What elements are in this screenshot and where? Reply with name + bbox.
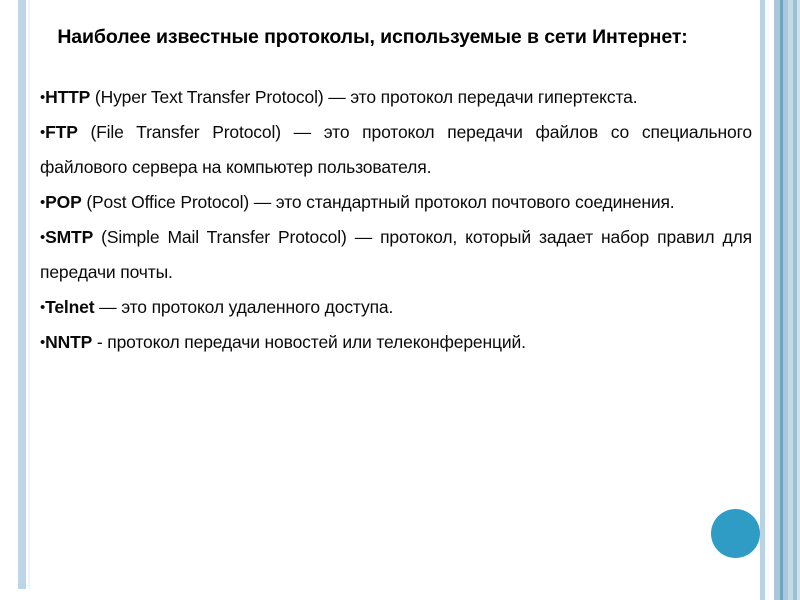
protocol-item: •NNTP - протокол передачи новостей или т… [40, 325, 752, 360]
slide-content: Наиболее известные протоколы, используем… [40, 0, 752, 600]
left-decorative-stripe-thin [28, 0, 30, 589]
slide-title: Наиболее известные протоколы, используем… [57, 26, 688, 48]
left-decorative-stripe [18, 0, 26, 589]
protocol-name: FTP [45, 122, 78, 142]
protocol-expansion: (Post Office Protocol) [81, 192, 250, 212]
protocol-name: Telnet [45, 297, 95, 317]
protocol-item: •Telnet — это протокол удаленного доступ… [40, 290, 752, 325]
protocol-expansion: (File Transfer Protocol) [77, 122, 281, 142]
protocol-list: •HTTP (Hyper Text Transfer Protocol) — э… [40, 80, 752, 360]
protocol-description: — это стандартный протокол почтового сое… [249, 192, 675, 212]
protocol-expansion: (Simple Mail Transfer Protocol) [93, 227, 347, 247]
protocol-description: - протокол передачи новостей или телекон… [92, 332, 526, 352]
protocol-description: — это протокол передачи гипертекста. [323, 87, 638, 107]
slide-canvas: Наиболее известные протоколы, используем… [0, 0, 800, 600]
protocol-item: •SMTP (Simple Mail Transfer Protocol) — … [40, 220, 752, 290]
protocol-item: •HTTP (Hyper Text Transfer Protocol) — э… [40, 80, 752, 115]
protocol-name: NNTP [45, 332, 93, 352]
protocol-name: SMTP [45, 227, 94, 247]
protocol-name: POP [45, 192, 82, 212]
protocol-item: •POP (Post Office Protocol) — это станда… [40, 185, 752, 220]
protocol-description: — это протокол удаленного доступа. [94, 297, 394, 317]
protocol-item: •FTP (File Transfer Protocol) — это прот… [40, 115, 752, 185]
right-decorative-band [756, 0, 800, 600]
protocol-name: HTTP [45, 87, 91, 107]
protocol-expansion: (Hyper Text Transfer Protocol) [90, 87, 324, 107]
